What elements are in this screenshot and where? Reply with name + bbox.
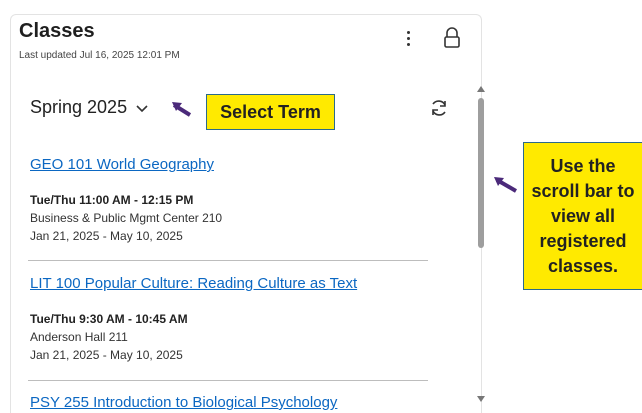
refresh-icon[interactable] bbox=[428, 97, 450, 119]
class-time: Tue/Thu 9:30 AM - 10:45 AM bbox=[30, 312, 188, 326]
class-link[interactable]: GEO 101 World Geography bbox=[30, 156, 430, 173]
scroll-down-icon[interactable] bbox=[477, 396, 485, 402]
class-location: Business & Public Mgmt Center 210 bbox=[30, 211, 223, 225]
class-location: Anderson Hall 211 bbox=[30, 330, 128, 344]
pointer-arrow-icon bbox=[494, 177, 518, 193]
class-link[interactable]: PSY 255 Introduction to Biological Psych… bbox=[30, 394, 430, 411]
kebab-menu-icon[interactable] bbox=[398, 28, 418, 48]
last-updated-text: Last updated Jul 16, 2025 12:01 PM bbox=[19, 50, 180, 61]
term-label: Spring 2025 bbox=[30, 97, 128, 117]
divider bbox=[28, 380, 428, 381]
class-time: Tue/Thu 11:00 AM - 12:15 PM bbox=[30, 193, 194, 207]
scroll-help-callout: Use the scroll bar to view all registere… bbox=[523, 142, 642, 290]
scrollbar[interactable] bbox=[474, 84, 488, 404]
chevron-down-icon bbox=[136, 104, 148, 112]
pointer-arrow-icon bbox=[172, 102, 192, 117]
lock-icon[interactable] bbox=[441, 26, 463, 50]
class-dates: Jan 21, 2025 - May 10, 2025 bbox=[30, 348, 183, 362]
class-item: GEO 101 World Geography Tue/Thu 11:00 AM… bbox=[30, 156, 430, 243]
class-dates: Jan 21, 2025 - May 10, 2025 bbox=[30, 229, 183, 243]
scrollbar-thumb[interactable] bbox=[478, 98, 484, 248]
class-link[interactable]: LIT 100 Popular Culture: Reading Culture… bbox=[30, 275, 430, 292]
widget-title: Classes bbox=[19, 20, 95, 42]
class-item: PSY 255 Introduction to Biological Psych… bbox=[30, 394, 430, 411]
term-selector[interactable]: Spring 2025 bbox=[30, 97, 149, 118]
class-item: LIT 100 Popular Culture: Reading Culture… bbox=[30, 275, 430, 362]
scroll-up-icon[interactable] bbox=[477, 86, 485, 92]
divider bbox=[28, 260, 428, 261]
select-term-callout: Select Term bbox=[206, 94, 335, 130]
